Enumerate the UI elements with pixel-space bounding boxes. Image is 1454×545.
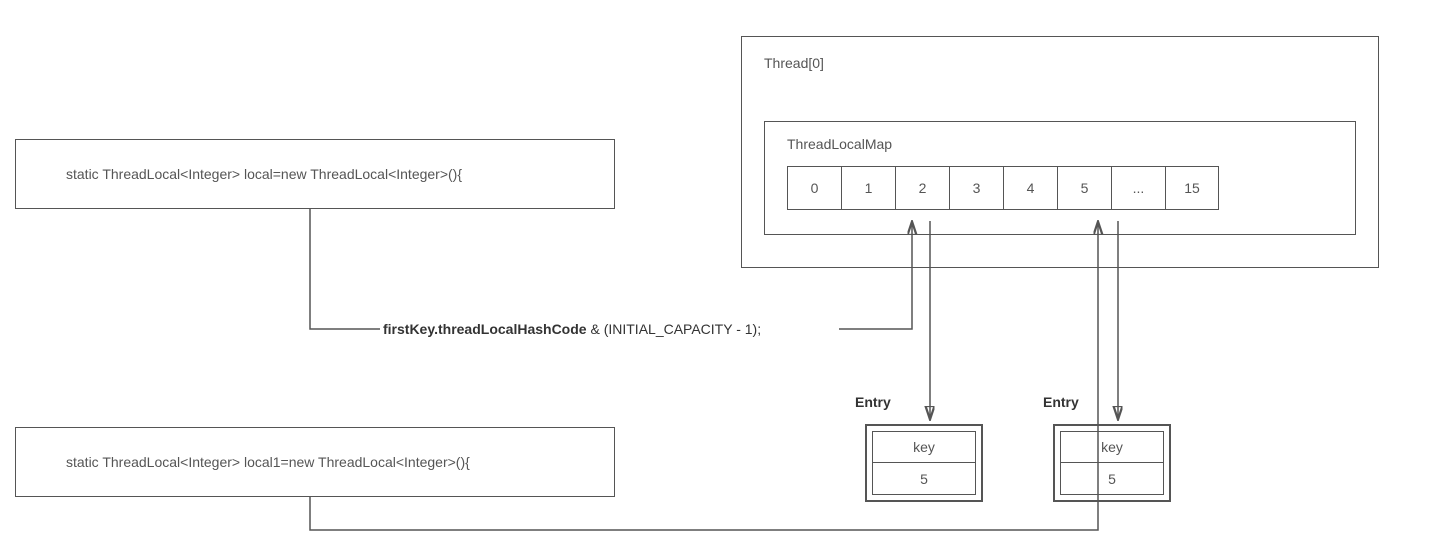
code-box-local: static ThreadLocal<Integer> local=new Th…	[15, 139, 615, 209]
entry2-key: key	[1060, 431, 1164, 463]
thread-title: Thread[0]	[764, 55, 1356, 71]
hash-formula: firstKey.threadLocalHashCode & (INITIAL_…	[383, 321, 761, 337]
entry-label-2: Entry	[1043, 394, 1079, 410]
slot-15: 15	[1165, 166, 1219, 210]
slot-array: 0 1 2 3 4 5 ... 15	[787, 166, 1333, 210]
entry1-key: key	[872, 431, 976, 463]
slot-0: 0	[787, 166, 841, 210]
entry2-value: 5	[1060, 463, 1164, 495]
map-title: ThreadLocalMap	[787, 136, 1333, 152]
slot-1: 1	[841, 166, 895, 210]
threadlocalmap-box: ThreadLocalMap 0 1 2 3 4 5 ... 15	[764, 121, 1356, 235]
hash-formula-rest: & (INITIAL_CAPACITY - 1);	[587, 321, 762, 337]
slot-4: 4	[1003, 166, 1057, 210]
slot-5: 5	[1057, 166, 1111, 210]
code-text-local1: static ThreadLocal<Integer> local1=new T…	[66, 454, 470, 470]
entry-label-1: Entry	[855, 394, 891, 410]
code-box-local1: static ThreadLocal<Integer> local1=new T…	[15, 427, 615, 497]
hash-formula-bold: firstKey.threadLocalHashCode	[383, 321, 587, 337]
entry1-value: 5	[872, 463, 976, 495]
thread-box: Thread[0] ThreadLocalMap 0 1 2 3 4 5 ...…	[741, 36, 1379, 268]
entry-box-1: key 5	[865, 424, 983, 502]
code-text-local: static ThreadLocal<Integer> local=new Th…	[66, 166, 462, 182]
entry-box-2: key 5	[1053, 424, 1171, 502]
slot-2: 2	[895, 166, 949, 210]
slot-3: 3	[949, 166, 1003, 210]
slot-ellipsis: ...	[1111, 166, 1165, 210]
